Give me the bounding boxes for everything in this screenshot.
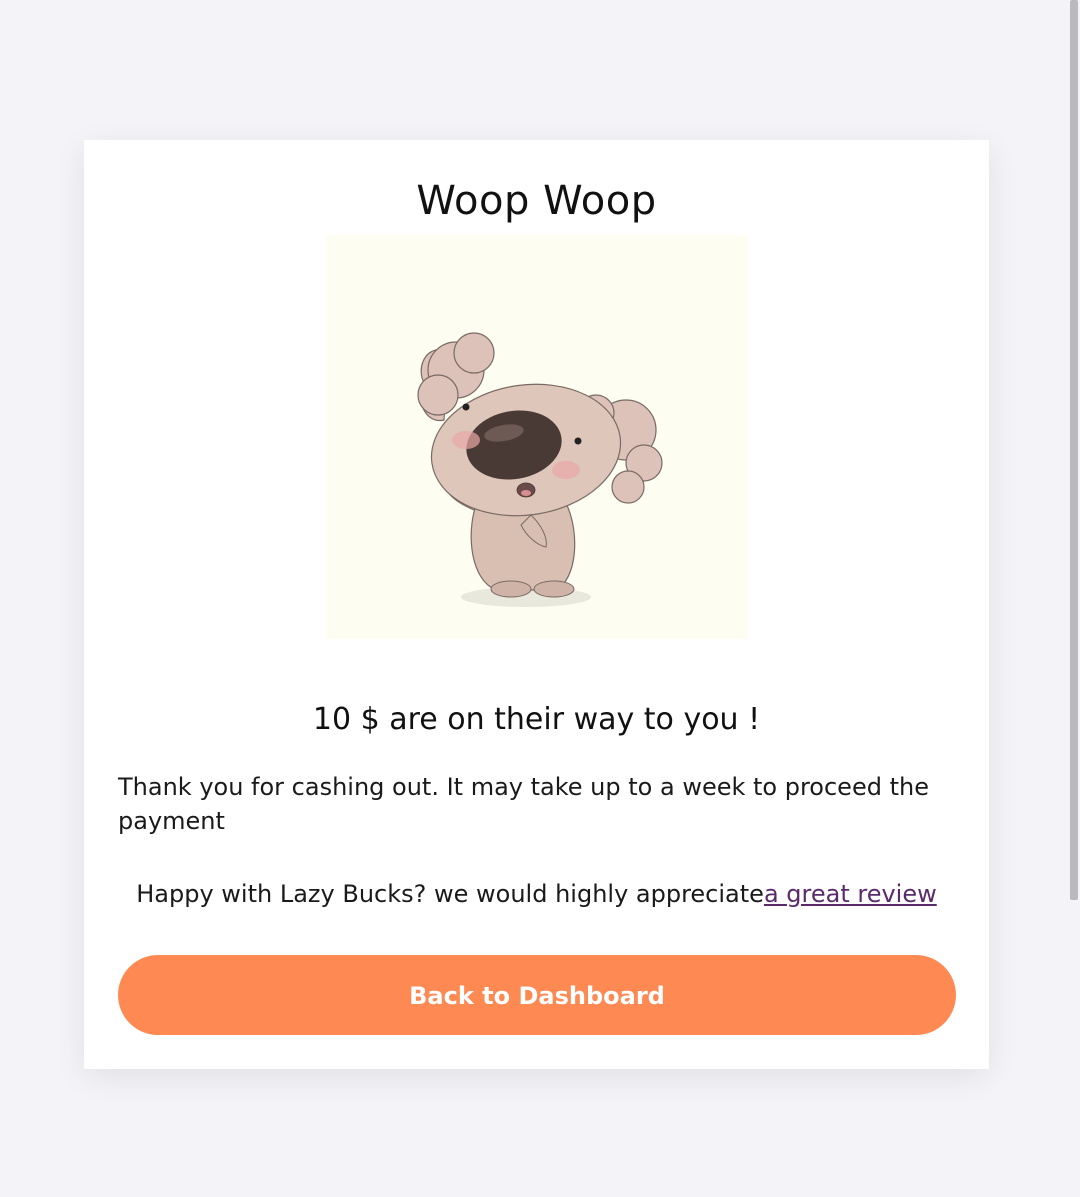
cheering-koala-illustration xyxy=(326,235,748,639)
scrollbar[interactable] xyxy=(1068,0,1080,1197)
review-prompt: Happy with Lazy Bucks? we would highly a… xyxy=(84,880,989,908)
review-prompt-text: Happy with Lazy Bucks? we would highly a… xyxy=(136,880,764,908)
page-title: Woop Woop xyxy=(416,178,657,224)
review-link[interactable]: a great review xyxy=(764,880,937,908)
scrollbar-thumb[interactable] xyxy=(1070,0,1078,900)
back-to-dashboard-button[interactable]: Back to Dashboard xyxy=(118,955,956,1035)
cashout-message: Thank you for cashing out. It may take u… xyxy=(118,773,929,835)
success-card: Woop Woop 10 $ are on their way to you !… xyxy=(84,140,989,1069)
payout-amount-text: 10 $ are on their way to you ! xyxy=(312,702,761,737)
